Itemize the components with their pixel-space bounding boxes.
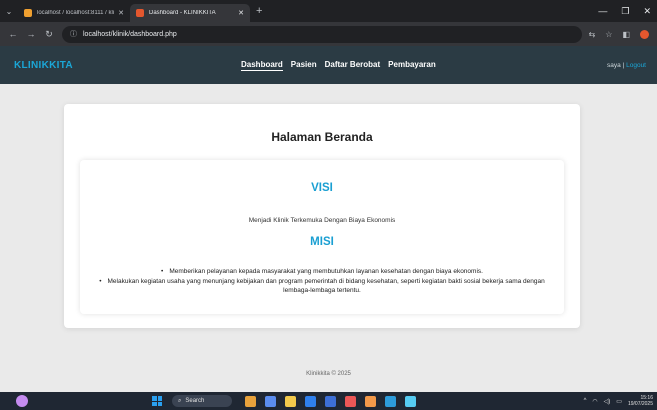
chrome-icon[interactable]: [345, 395, 356, 407]
main-menu: Dashboard Pasien Daftar Berobat Pembayar…: [241, 60, 436, 71]
dashboard-card: Halaman Beranda VISI Menjadi Klinik Terk…: [64, 104, 580, 328]
taskbar-search[interactable]: ⌕ Search: [172, 395, 232, 407]
new-tab-icon[interactable]: +: [256, 5, 262, 17]
search-icon: ⌕: [178, 397, 182, 404]
minimize-icon[interactable]: —: [598, 6, 607, 17]
weather-widget-icon[interactable]: [16, 395, 28, 407]
app-navbar: KLINIKKITA Dashboard Pasien Daftar Berob…: [0, 46, 657, 84]
close-tab-icon[interactable]: ✕: [118, 9, 124, 17]
close-tab-icon[interactable]: ✕: [238, 9, 244, 17]
page-footer: Klinikkita © 2025: [306, 371, 351, 377]
misi-item: Memberikan pelayanan kepada masyarakat y…: [90, 267, 554, 277]
visi-heading: VISI: [311, 182, 333, 194]
file-explorer-icon[interactable]: [285, 395, 296, 407]
restore-icon[interactable]: ❐: [621, 6, 629, 17]
tab-title: Dashboard - KLINIKKITA: [149, 10, 216, 16]
user-area: saya | Logout: [607, 62, 646, 69]
windows-start-icon[interactable]: [152, 396, 162, 406]
url-text: localhost/klinik/dashboard.php: [83, 30, 177, 38]
taskbar-apps: [245, 395, 416, 407]
volume-icon[interactable]: ◁): [604, 398, 611, 405]
site-favicon-icon: [136, 9, 144, 17]
vscode-icon[interactable]: [385, 395, 396, 407]
app-icon[interactable]: [405, 395, 416, 407]
page-title: Halaman Beranda: [271, 130, 373, 144]
browser-toolbar: ← → ↻ ⓘ localhost/klinik/dashboard.php ⇆…: [0, 22, 657, 46]
extensions-icon[interactable]: ◧: [622, 30, 630, 39]
tab-title: localhost / localhost:8111 / klin: [37, 10, 115, 16]
chevron-up-icon[interactable]: ^: [584, 398, 587, 404]
toolbar-actions: ⇆ ☆ ◧: [589, 29, 653, 39]
window-controls: — ❐ ✕: [598, 6, 657, 17]
nav-dashboard[interactable]: Dashboard: [241, 60, 283, 71]
logout-link[interactable]: Logout: [626, 62, 646, 69]
bookmark-star-icon[interactable]: ☆: [605, 30, 612, 39]
system-tray: ^ ◠ ◁) ▭ 15:16 19/07/2025: [584, 395, 653, 407]
misi-item: Melakukan kegiatan usaha yang menunjang …: [90, 277, 554, 296]
nav-daftar-berobat[interactable]: Daftar Berobat: [325, 60, 381, 71]
clock[interactable]: 15:16 19/07/2025: [628, 395, 653, 407]
reload-icon[interactable]: ↻: [40, 29, 58, 40]
tab-search-icon[interactable]: ⌄: [0, 0, 18, 22]
close-window-icon[interactable]: ✕: [643, 6, 651, 17]
wifi-icon[interactable]: ◠: [592, 398, 597, 405]
visi-text: Menjadi Klinik Terkemuka Dengan Biaya Ek…: [248, 217, 396, 224]
profile-avatar-icon[interactable]: [640, 29, 649, 39]
app-icon[interactable]: [265, 395, 276, 407]
clock-date: 19/07/2025: [627, 401, 653, 407]
taskbar-search-label: Search: [185, 398, 205, 404]
visi-misi-panel: VISI Menjadi Klinik Terkemuka Dengan Bia…: [80, 160, 564, 314]
nav-pasien[interactable]: Pasien: [291, 60, 317, 71]
back-icon[interactable]: ←: [4, 29, 22, 39]
username: saya: [607, 61, 621, 69]
battery-icon[interactable]: ▭: [616, 398, 622, 405]
site-info-icon[interactable]: ⓘ: [70, 29, 77, 39]
misi-heading: MISI: [310, 236, 334, 248]
misi-list: Memberikan pelayanan kepada masyarakat y…: [90, 267, 554, 296]
separator: |: [622, 61, 625, 69]
edge-icon[interactable]: [305, 395, 316, 407]
translate-icon[interactable]: ⇆: [589, 30, 596, 39]
nav-pembayaran[interactable]: Pembayaran: [388, 60, 436, 71]
brand-logo[interactable]: KLINIKKITA: [14, 60, 73, 71]
browser-tab-bar: ⌄ localhost / localhost:8111 / klin ✕ Da…: [0, 0, 657, 22]
browser-tab-phpmyadmin[interactable]: localhost / localhost:8111 / klin ✕: [18, 4, 130, 22]
app-icon[interactable]: [245, 395, 256, 407]
phpmyadmin-favicon-icon: [24, 9, 32, 17]
store-icon[interactable]: [325, 395, 336, 407]
forward-icon[interactable]: →: [22, 29, 40, 39]
address-bar[interactable]: ⓘ localhost/klinik/dashboard.php: [62, 25, 582, 43]
app-icon[interactable]: [365, 395, 376, 407]
browser-tab-dashboard[interactable]: Dashboard - KLINIKKITA ✕: [130, 4, 250, 22]
os-taskbar: ⌕ Search ^ ◠ ◁) ▭ 15:16 19/07/2025: [0, 392, 657, 410]
